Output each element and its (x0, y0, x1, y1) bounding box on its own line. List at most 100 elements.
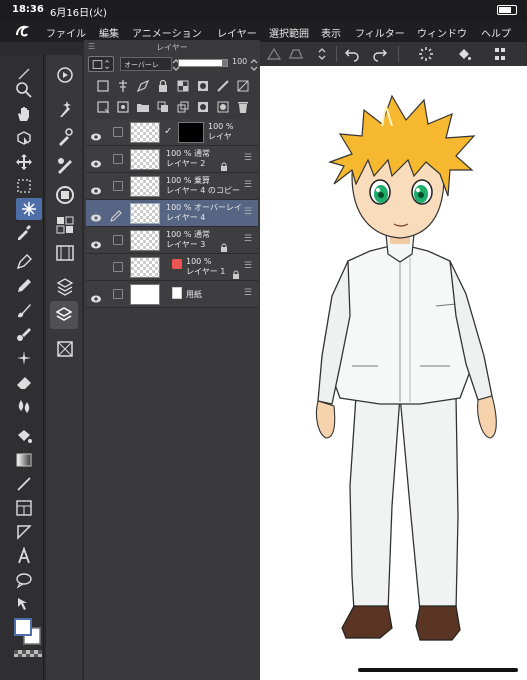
layer-checkbox[interactable] (113, 181, 123, 191)
layer-menu-icon[interactable]: ☰ (244, 234, 252, 244)
eye-icon[interactable] (90, 208, 102, 222)
layer-type-icon[interactable] (88, 56, 114, 72)
fill-bucket-icon[interactable] (456, 46, 472, 62)
opacity-value[interactable]: 100 (232, 57, 247, 66)
blend-mode-select[interactable]: オーバーレ (120, 57, 172, 71)
pen-tool-icon[interactable] (15, 253, 33, 271)
layer-checkbox[interactable] (113, 235, 123, 245)
menu-layer[interactable]: レイヤー (217, 25, 257, 40)
layer-row[interactable]: 100 % レイヤー 1 ☰ (86, 254, 258, 281)
fill-tool-icon[interactable] (15, 427, 33, 445)
eye-icon[interactable] (90, 235, 102, 249)
loading-icon[interactable] (418, 46, 434, 62)
layer-menu-icon[interactable]: ☰ (244, 207, 252, 217)
layer-row[interactable]: 用紙 ☰ (86, 281, 258, 308)
layer-checkbox[interactable] (113, 154, 123, 164)
layer-menu-icon[interactable]: ☰ (244, 261, 252, 271)
auto-select-tool-icon[interactable] (16, 198, 42, 220)
undo-icon[interactable] (344, 46, 360, 62)
timeline-icon[interactable] (55, 243, 75, 263)
transfer-down-icon[interactable] (156, 99, 170, 113)
brush-size-palette-icon[interactable] (55, 155, 75, 175)
eye-icon[interactable] (90, 181, 102, 195)
menu-help[interactable]: ヘルプ (481, 25, 511, 40)
layer-checkbox[interactable] (113, 127, 123, 137)
canvas[interactable] (260, 66, 527, 680)
gradient-tool-icon[interactable] (15, 451, 33, 469)
ruler-enable-icon[interactable] (216, 78, 230, 92)
add-mask-icon[interactable] (196, 99, 210, 113)
eyedropper-tool-icon[interactable] (15, 223, 33, 241)
move-layer-tool-icon[interactable] (15, 153, 33, 171)
trash-icon[interactable] (236, 99, 250, 113)
draft-layer-icon[interactable] (136, 78, 150, 93)
eraser-tool-icon[interactable] (15, 373, 33, 391)
layer-info: 100 % 通常 レイヤー 2 (166, 149, 210, 168)
layer-row[interactable]: ✓ 100 % レイヤ (86, 119, 258, 146)
operation-tool-icon[interactable] (15, 129, 33, 147)
layer-row[interactable]: 100 % 通常 レイヤー 2 ☰ (86, 146, 258, 173)
reference-layer-icon[interactable] (116, 78, 130, 92)
menu-view[interactable]: 表示 (321, 25, 341, 40)
menu-edit[interactable]: 編集 (99, 25, 119, 40)
balloon-tool-icon[interactable] (15, 571, 33, 589)
tool-property-icon[interactable] (55, 127, 75, 147)
color-chips[interactable] (14, 618, 42, 660)
menu-file[interactable]: ファイル (46, 25, 86, 40)
sub-tool-icon[interactable] (55, 99, 75, 119)
new-folder-icon[interactable] (136, 99, 150, 113)
color-wheel-icon[interactable] (55, 185, 75, 205)
menu-selection[interactable]: 選択範囲 (269, 25, 309, 40)
layer-menu-icon[interactable]: ☰ (244, 153, 252, 163)
menu-animation[interactable]: アニメーション (132, 25, 202, 40)
airbrush-tool-icon[interactable] (15, 325, 33, 343)
hand-tool-icon[interactable] (15, 105, 33, 123)
layer-checkbox[interactable] (113, 262, 123, 272)
mask-enable-icon[interactable] (196, 78, 210, 92)
eye-icon[interactable] (90, 154, 102, 168)
layer-row[interactable]: 100 % オーバーレイ レイヤー 4 ☰ (86, 200, 258, 227)
navigator-icon[interactable] (55, 65, 75, 85)
selection-tool-icon[interactable] (15, 177, 33, 195)
layer-palette-icon[interactable] (50, 301, 78, 329)
zoom-tool-icon[interactable] (15, 81, 33, 99)
app-logo-icon[interactable] (14, 23, 30, 39)
frame-tool-icon[interactable] (15, 499, 33, 517)
layer-color-icon[interactable] (236, 78, 250, 92)
menu-filter[interactable]: フィルター (355, 25, 405, 40)
lock-layer-icon[interactable] (156, 78, 170, 92)
clip-lower-layer-icon[interactable] (96, 78, 110, 92)
layer-row[interactable]: 100 % 乗算 レイヤー 4 のコピー ☰ (86, 173, 258, 200)
material-icon[interactable] (55, 339, 75, 359)
chevron-updown-icon[interactable] (314, 46, 330, 62)
brush-size-icon[interactable] (492, 46, 508, 62)
color-set-icon[interactable] (55, 215, 75, 235)
new-raster-layer-icon[interactable] (96, 99, 110, 114)
layer-menu-icon[interactable]: ☰ (244, 180, 252, 190)
layer-menu-icon[interactable]: ☰ (244, 288, 252, 298)
chevron-updown-icon[interactable] (250, 57, 258, 71)
brush-tool-icon[interactable] (15, 301, 33, 319)
perspective-icon[interactable] (288, 46, 304, 62)
eye-icon[interactable] (90, 127, 102, 141)
combine-down-icon[interactable] (176, 99, 190, 113)
ruler-tool-icon[interactable] (15, 523, 33, 541)
text-tool-icon[interactable] (15, 546, 33, 565)
home-indicator[interactable] (358, 668, 518, 672)
layer-property-icon[interactable] (55, 277, 75, 297)
opacity-slider[interactable] (178, 59, 228, 67)
lock-transparent-icon[interactable] (176, 78, 190, 92)
layer-row[interactable]: 100 % 通常 レイヤー 3 ☰ (86, 227, 258, 254)
decoration-tool-icon[interactable] (15, 349, 33, 367)
redo-icon[interactable] (372, 46, 388, 62)
figure-tool-icon[interactable] (15, 475, 33, 493)
apply-mask-icon[interactable] (216, 99, 230, 113)
eye-icon[interactable] (90, 289, 102, 303)
pencil-tool-icon[interactable] (15, 277, 33, 295)
new-vector-layer-icon[interactable] (116, 99, 130, 113)
correct-line-tool-icon[interactable] (15, 595, 33, 613)
layer-checkbox[interactable] (113, 289, 123, 299)
menu-window[interactable]: ウィンドウ (417, 25, 467, 40)
transform-icon[interactable] (266, 46, 282, 62)
blend-tool-icon[interactable] (15, 397, 33, 415)
